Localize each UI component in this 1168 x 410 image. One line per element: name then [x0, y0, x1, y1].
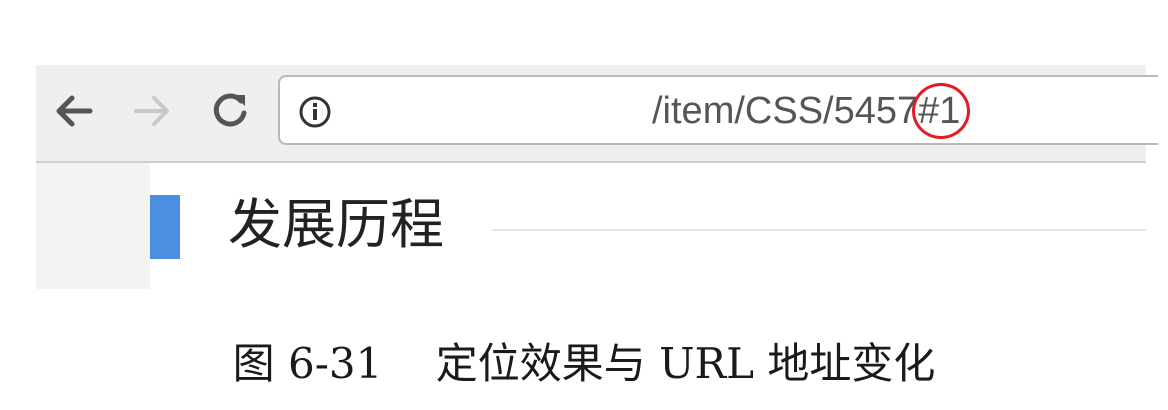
browser-toolbar: /item/CSS/5457 #1: [36, 65, 1158, 163]
url-hash-text: #1: [918, 90, 961, 132]
title-divider: [492, 229, 1146, 231]
arrow-right-icon: [134, 96, 169, 126]
reload-icon: [213, 93, 247, 127]
page-content: 发展历程: [36, 163, 1146, 289]
section-title: 发展历程: [228, 193, 444, 256]
left-gutter: [36, 163, 150, 289]
arrow-left-icon: [56, 95, 93, 127]
url-hash: #1: [912, 83, 971, 139]
section-marker: [150, 195, 180, 259]
info-icon[interactable]: [298, 95, 332, 129]
url-text[interactable]: /item/CSS/5457 #1: [652, 83, 971, 139]
back-button[interactable]: [52, 89, 96, 133]
reload-button[interactable]: [208, 89, 252, 133]
forward-button[interactable]: [130, 89, 174, 133]
figure-caption: 图 6-31 定位效果与 URL 地址变化: [232, 339, 936, 388]
address-bar[interactable]: /item/CSS/5457 #1: [278, 75, 1158, 145]
url-path: /item/CSS/5457: [652, 90, 919, 132]
